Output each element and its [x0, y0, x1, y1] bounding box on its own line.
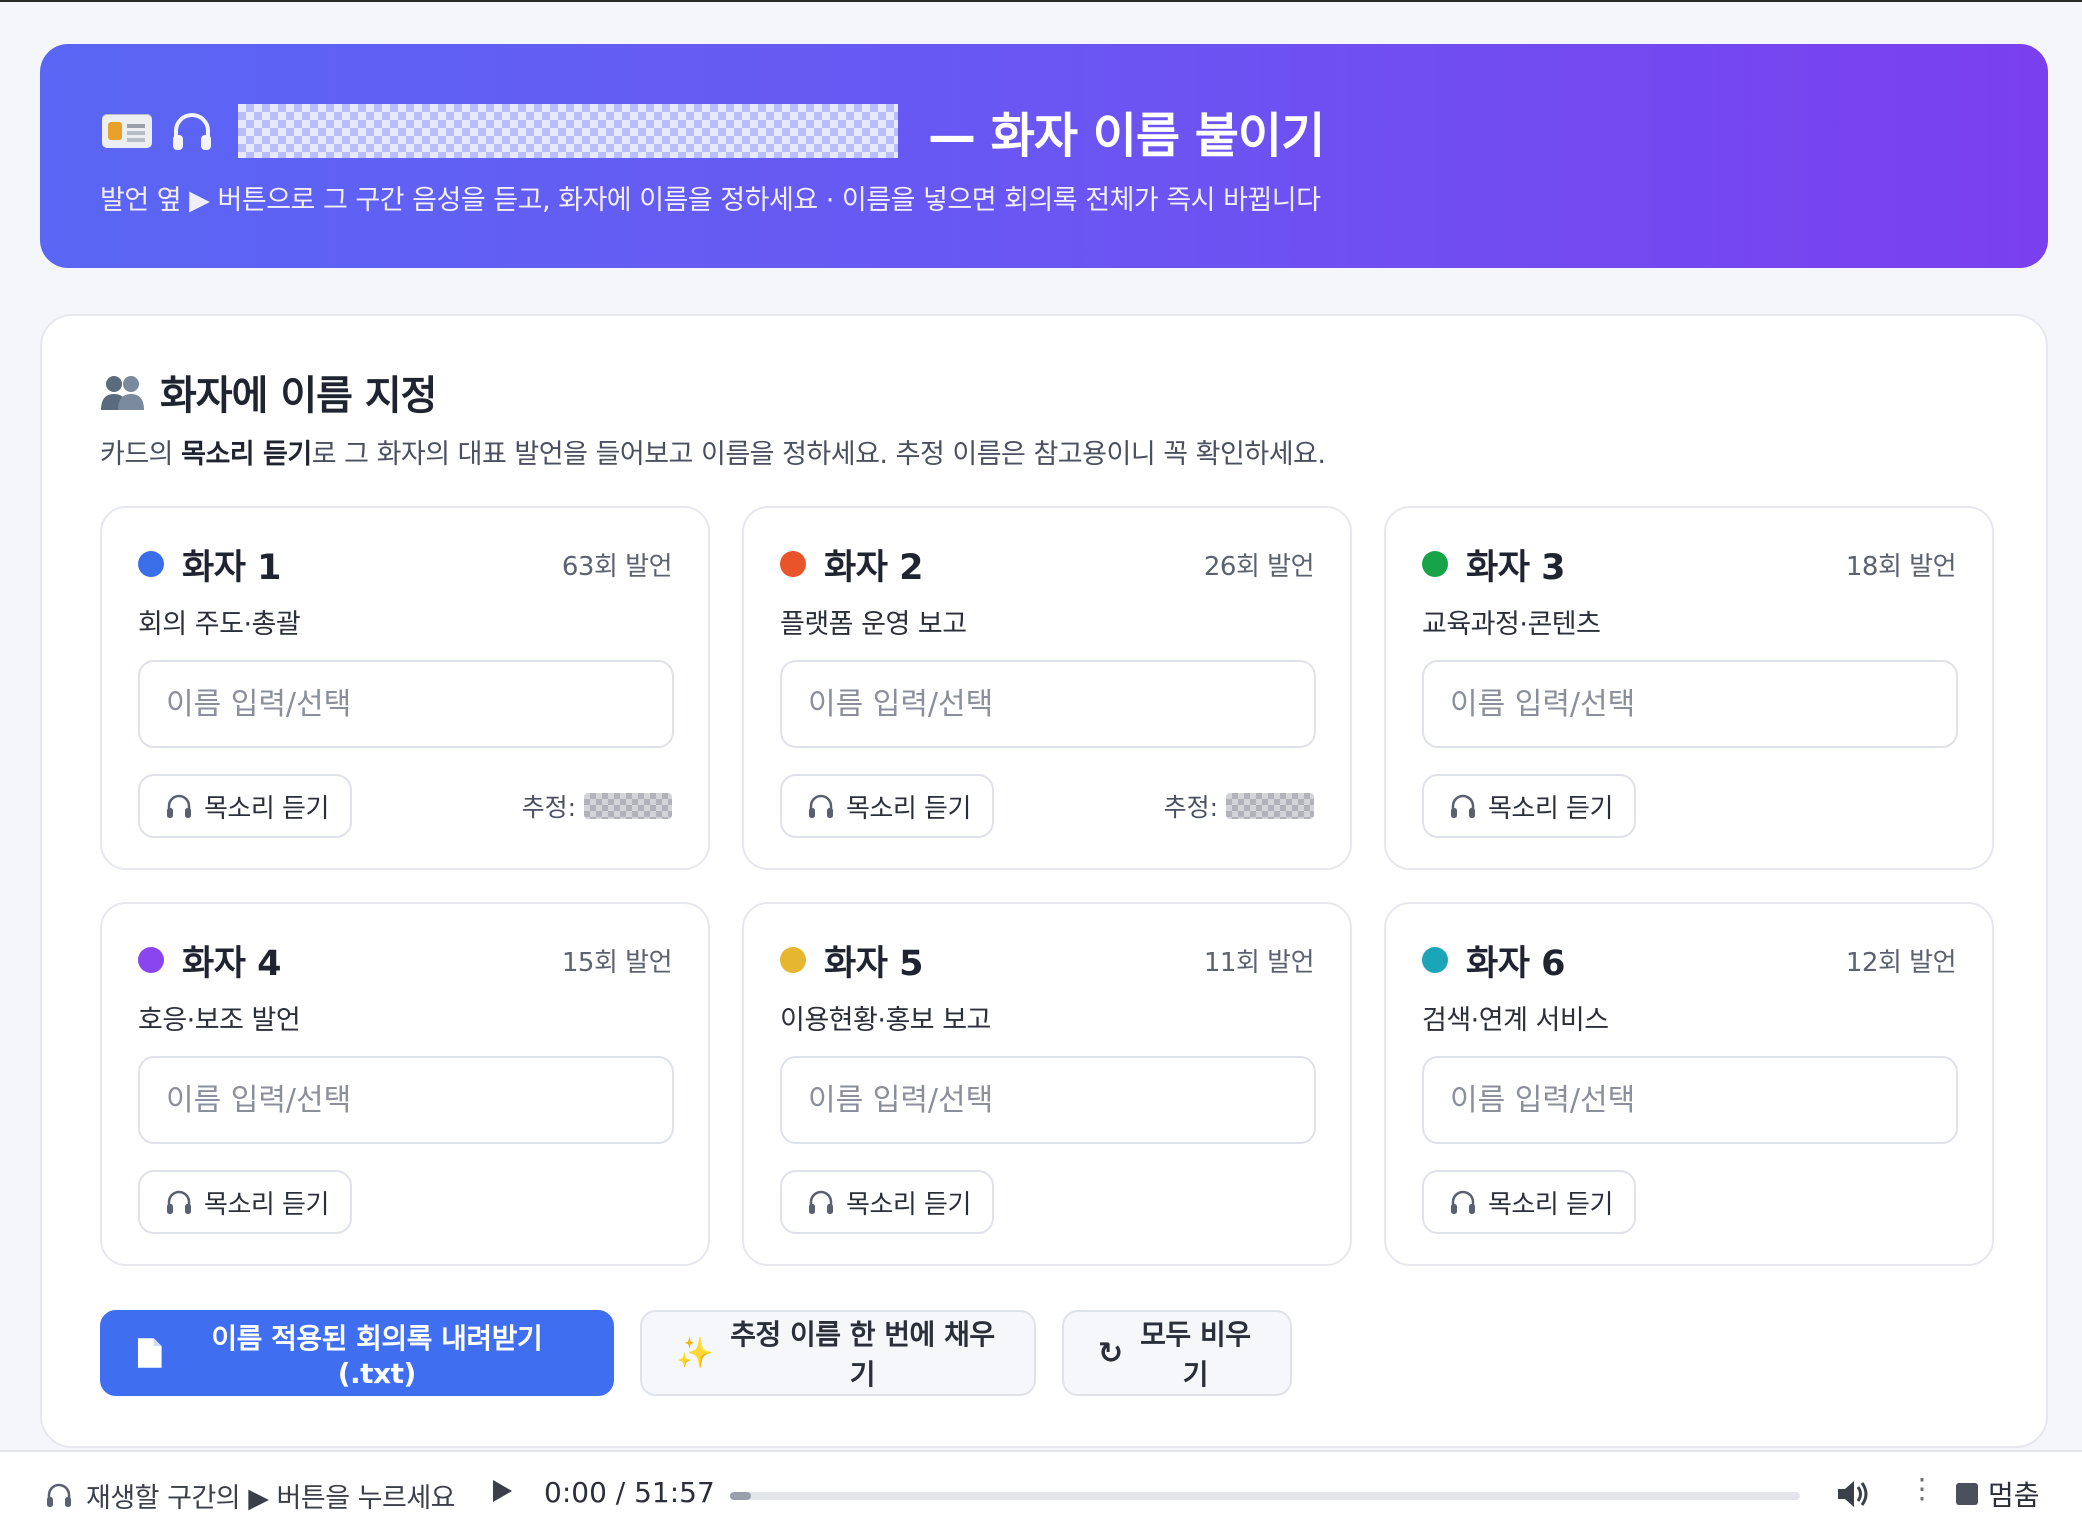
speaker-role: 교육과정·콘텐츠 [1422, 609, 1601, 640]
speaker-name-input[interactable] [138, 1056, 674, 1144]
utterance-count: 11회 발언 [1203, 947, 1315, 978]
play-button[interactable] [488, 1478, 516, 1508]
speaker-grid: 화자 1 63회 발언 회의 주도·총괄 목소리 듣기 추정: 화자 2 26회… [100, 506, 1994, 1266]
utterance-count: 15회 발언 [561, 947, 673, 978]
utterance-count: 63회 발언 [561, 551, 673, 582]
more-options-icon[interactable]: ⋮ [1908, 1472, 1936, 1505]
people-icon [101, 376, 144, 410]
stop-icon [1956, 1483, 1978, 1505]
seek-bar[interactable] [730, 1492, 1800, 1500]
headphones-icon [167, 794, 191, 818]
speaker-name: 화자 4 [182, 943, 281, 984]
speaker-role: 플랫폼 운영 보고 [780, 609, 967, 640]
speaker-name-input[interactable] [780, 1056, 1316, 1144]
utterance-count: 18회 발언 [1845, 551, 1957, 582]
clear-all-button[interactable]: ↻ 모두 비우기 [1062, 1310, 1292, 1396]
speaker-card: 화자 1 63회 발언 회의 주도·총괄 목소리 듣기 추정: [100, 506, 710, 870]
headphones-icon [809, 794, 833, 818]
speaker-color-dot [1422, 947, 1448, 973]
audio-player-bar: 재생할 구간의 ▶ 버튼을 누르세요 0:00 / 51:57 ⋮ 멈춤 [0, 1450, 2082, 1532]
speaker-color-dot [138, 551, 164, 577]
download-transcript-button[interactable]: 이름 적용된 회의록 내려받기(.txt) [100, 1310, 614, 1396]
speaker-card: 화자 4 15회 발언 호응·보조 발언 목소리 듣기 [100, 902, 710, 1266]
listen-voice-button[interactable]: 목소리 듣기 [780, 1170, 994, 1234]
speaker-card: 화자 6 12회 발언 검색·연계 서비스 목소리 듣기 [1384, 902, 1994, 1266]
section-description: 카드의 목소리 듣기로 그 화자의 대표 발언을 들어보고 이름을 정하세요. … [100, 439, 1326, 470]
speaker-name: 화자 6 [1466, 943, 1565, 984]
listen-voice-button[interactable]: 목소리 듣기 [138, 774, 352, 838]
speaker-role: 회의 주도·총괄 [138, 609, 301, 640]
listen-voice-button[interactable]: 목소리 듣기 [1422, 1170, 1636, 1234]
redacted-guess [1226, 793, 1314, 819]
stop-button[interactable]: 멈춤 [1956, 1472, 2040, 1516]
play-icon [493, 1480, 512, 1502]
speaker-naming-panel: 화자에 이름 지정 카드의 목소리 듣기로 그 화자의 대표 발언을 들어보고 … [40, 314, 2048, 1448]
speaker-role: 호응·보조 발언 [138, 1005, 301, 1036]
headphones-icon [47, 1483, 71, 1507]
speaker-name: 화자 5 [824, 943, 923, 984]
sparkles-icon: ✨ [676, 1335, 713, 1371]
speaker-card: 화자 5 11회 발언 이용현황·홍보 보고 목소리 듣기 [742, 902, 1352, 1266]
id-card-icon [102, 114, 152, 148]
header-banner: — 화자 이름 붙이기 발언 옆 ▶ 버튼으로 그 구간 음성을 듣고, 화자에… [40, 44, 2048, 268]
action-bar: 이름 적용된 회의록 내려받기(.txt) ✨ 추정 이름 한 번에 채우기 ↻… [100, 1310, 1292, 1396]
player-hint: 재생할 구간의 ▶ 버튼을 누르세요 [86, 1483, 456, 1514]
speaker-color-dot [138, 947, 164, 973]
guessed-name: 추정: [522, 790, 672, 822]
speaker-name: 화자 1 [182, 547, 281, 588]
volume-icon[interactable] [1832, 1474, 1872, 1514]
utterance-count: 26회 발언 [1203, 551, 1315, 582]
speaker-color-dot [1422, 551, 1448, 577]
headphones-icon [809, 1190, 833, 1214]
headphones-icon [167, 1190, 191, 1214]
utterance-count: 12회 발언 [1845, 947, 1957, 978]
section-title-text: 화자에 이름 지정 [160, 373, 437, 419]
autofill-guesses-button[interactable]: ✨ 추정 이름 한 번에 채우기 [640, 1310, 1036, 1396]
speaker-card: 화자 3 18회 발언 교육과정·콘텐츠 목소리 듣기 [1384, 506, 1994, 870]
page-subtitle: 발언 옆 ▶ 버튼으로 그 구간 음성을 듣고, 화자에 이름을 정하세요 · … [100, 185, 1321, 216]
speaker-role: 검색·연계 서비스 [1422, 1005, 1609, 1036]
headphones-icon [173, 113, 211, 150]
header-title-row: — 화자 이름 붙이기 [102, 96, 1325, 166]
document-icon [137, 1338, 162, 1368]
headphones-icon [1451, 1190, 1475, 1214]
listen-voice-button[interactable]: 목소리 듣기 [138, 1170, 352, 1234]
speaker-name: 화자 2 [824, 547, 923, 588]
section-title: 화자에 이름 지정 [100, 364, 437, 420]
playback-time: 0:00 / 51:57 [544, 1476, 715, 1509]
listen-voice-button[interactable]: 목소리 듣기 [1422, 774, 1636, 838]
listen-voice-button[interactable]: 목소리 듣기 [780, 774, 994, 838]
speaker-name-input[interactable] [780, 660, 1316, 748]
redacted-guess [584, 793, 672, 819]
page-title: — 화자 이름 붙이기 [928, 108, 1325, 164]
speaker-color-dot [780, 947, 806, 973]
refresh-icon: ↻ [1098, 1335, 1123, 1371]
speaker-name: 화자 3 [1466, 547, 1565, 588]
redacted-app-name [238, 104, 898, 158]
speaker-name-input[interactable] [1422, 1056, 1958, 1144]
speaker-name-input[interactable] [138, 660, 674, 748]
guessed-name: 추정: [1164, 790, 1314, 822]
speaker-color-dot [780, 551, 806, 577]
speaker-name-input[interactable] [1422, 660, 1958, 748]
headphones-icon [1451, 794, 1475, 818]
speaker-card: 화자 2 26회 발언 플랫폼 운영 보고 목소리 듣기 추정: [742, 506, 1352, 870]
seek-progress [730, 1492, 752, 1500]
speaker-role: 이용현황·홍보 보고 [780, 1005, 991, 1036]
